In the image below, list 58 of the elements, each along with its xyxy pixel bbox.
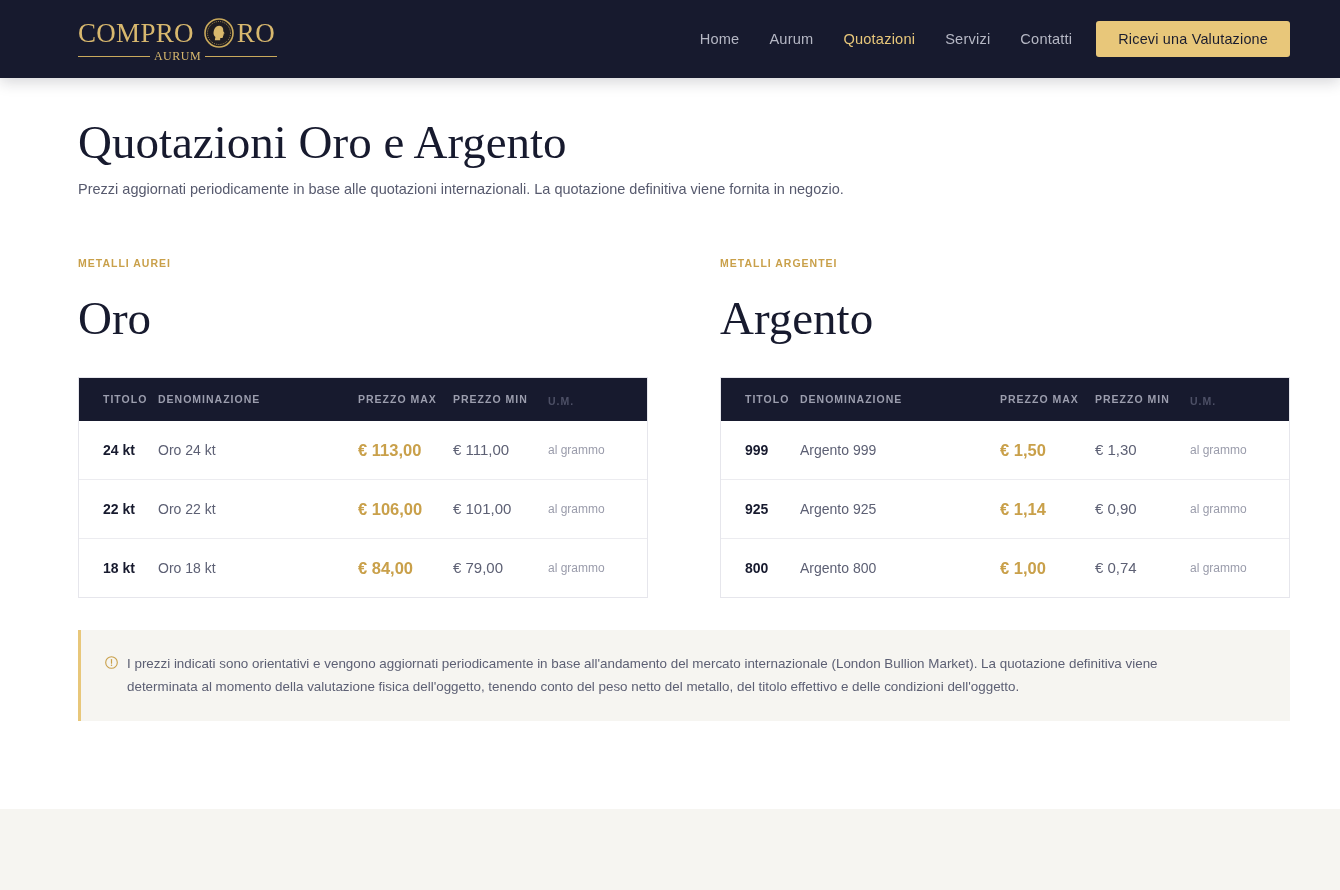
exclamation-circle-icon xyxy=(105,656,118,669)
table-cell-text: al grammo xyxy=(1190,442,1248,459)
table-cell-text: Oro 24 kt xyxy=(158,441,217,459)
table-cell-text: € 111,00 xyxy=(453,441,511,459)
section-eyebrow: METALLI ARGENTEI xyxy=(720,256,839,270)
coin-icon xyxy=(203,18,234,48)
nav-link[interactable]: Aurum xyxy=(769,30,814,48)
table-cell-text: 999 xyxy=(745,441,770,459)
table-cell-text: € 113,00 xyxy=(358,441,423,459)
table-cell-text: al grammo xyxy=(1190,501,1248,518)
table-cell-text: Argento 999 xyxy=(800,441,878,459)
section-eyebrow: METALLI AUREI xyxy=(78,256,172,270)
table-cell-text: 22 kt xyxy=(103,500,136,518)
column-header: DENOMINAZIONE xyxy=(800,391,904,406)
table-cell-text: al grammo xyxy=(548,501,606,518)
table-cell-text: 24 kt xyxy=(103,441,136,459)
column-header: PREZZO MIN xyxy=(453,391,529,406)
table-cell-text: 800 xyxy=(745,559,770,577)
nav-link[interactable]: Servizi xyxy=(945,30,991,48)
notice-text: I prezzi indicati sono orientativi e vengono aggiornati periodicamente in base all'andamento del mercato internazionale (London Bullion Market). La quotazione definitiva viene determinata al momento della valutazione fisica dell'oggetto, tenendo conto del peso netto del metallo, del titolo effettivo e delle condizioni dell'oggetto. xyxy=(127,655,1159,696)
logo-text: RO xyxy=(236,18,275,48)
table-cell-text: € 1,50 xyxy=(1000,441,1047,459)
table-cell-text: € 0,90 xyxy=(1095,500,1138,518)
table-cell-text: € 1,14 xyxy=(1000,500,1047,518)
table-cell-text: € 0,74 xyxy=(1095,559,1138,577)
table-cell-text: al grammo xyxy=(548,442,606,459)
page-subtitle: Prezzi aggiornati periodicamente in base alle quotazioni internazionali. La quotazione definitiva viene fornita in negozio. xyxy=(78,180,845,199)
column-header: PREZZO MAX xyxy=(358,391,438,406)
table-cell-text: al grammo xyxy=(1190,560,1248,577)
column-header: PREZZO MAX xyxy=(1000,391,1080,406)
column-header: DENOMINAZIONE xyxy=(158,391,262,406)
table-cell-text: € 84,00 xyxy=(358,559,415,577)
table-cell-text: € 106,00 xyxy=(358,500,424,518)
valuation-button[interactable]: Ricevi una Valutazione xyxy=(1096,21,1290,57)
table-cell-text: 18 kt xyxy=(103,559,136,577)
table-cell-text: Oro 18 kt xyxy=(158,559,217,577)
table-cell-text: € 1,30 xyxy=(1095,441,1138,459)
page-title: Quotazioni Oro e Argento xyxy=(78,115,568,170)
nav-link[interactable]: Home xyxy=(699,30,740,48)
table-cell-text: 925 xyxy=(745,500,770,518)
section-title: Oro xyxy=(78,291,153,346)
column-header: TITOLO xyxy=(103,391,149,406)
table-cell-text: € 79,00 xyxy=(453,559,505,577)
column-header: U.M. xyxy=(548,393,576,408)
table-cell-text: al grammo xyxy=(548,560,606,577)
table-cell-text: Argento 925 xyxy=(800,500,878,518)
nav-link[interactable]: Quotazioni xyxy=(843,30,916,48)
column-header: PREZZO MIN xyxy=(1095,391,1171,406)
table-cell-text: Argento 800 xyxy=(800,559,878,577)
logo-tagline: AURUM xyxy=(153,50,202,63)
nav-link[interactable]: Contatti xyxy=(1020,30,1073,48)
table-cell-text: € 101,00 xyxy=(453,500,513,518)
table-cell-text: Oro 22 kt xyxy=(158,500,217,518)
table-cell-text: € 1,00 xyxy=(1000,559,1047,577)
section-title: Argento xyxy=(720,291,875,346)
column-header: U.M. xyxy=(1190,393,1218,408)
column-header: TITOLO xyxy=(745,391,791,406)
logo-text: COMPRO xyxy=(78,18,194,48)
